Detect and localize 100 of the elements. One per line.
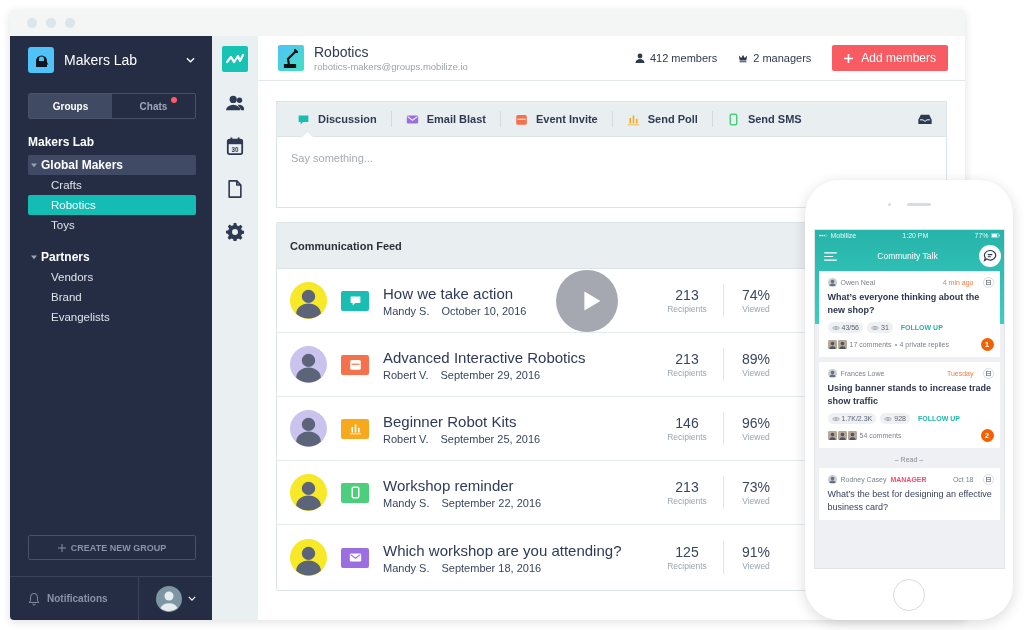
- screen-title: Community Talk: [876, 251, 939, 261]
- battery-icon: [990, 233, 1000, 238]
- phone-icon: [341, 482, 369, 503]
- create-group-button[interactable]: CREATE NEW GROUP: [28, 535, 196, 560]
- camera-icon: [887, 203, 891, 206]
- recipient-count: 125: [675, 544, 699, 560]
- caret-icon: [31, 254, 37, 260]
- subgroup-item[interactable]: Vendors: [28, 267, 196, 287]
- avatar-icon: [827, 278, 837, 287]
- group-email: robotics-makers@groups.mobilize.io: [314, 61, 469, 72]
- message-title[interactable]: Advanced Interactive Robotics: [383, 348, 586, 366]
- message-date: September 18, 2016: [441, 561, 542, 574]
- section-heading: Makers Lab: [28, 135, 96, 149]
- speaker-icon: [906, 203, 931, 206]
- message-date: September 29, 2016: [440, 368, 541, 381]
- recipient-count: 213: [675, 479, 699, 495]
- stat-label: Recipients: [667, 561, 707, 571]
- calendar-icon: [341, 354, 369, 375]
- segment-tab[interactable]: Chats: [112, 94, 195, 118]
- stat-label: Viewed: [742, 496, 770, 506]
- composer-tab[interactable]: Send Poll: [620, 102, 704, 136]
- message-title[interactable]: Workshop reminder: [383, 476, 514, 494]
- calendar-icon: [515, 112, 528, 126]
- crown-icon: [738, 53, 749, 63]
- author-name: Mandy S.: [383, 496, 430, 509]
- settings-icon[interactable]: [226, 223, 244, 241]
- composer-tab[interactable]: Send SMS: [720, 102, 808, 136]
- avatar-icon: [827, 475, 837, 485]
- recipient-count: 146: [675, 415, 699, 431]
- chat-icon: [341, 290, 369, 311]
- app-logo-icon[interactable]: [222, 46, 248, 72]
- group-item[interactable]: Partners: [28, 247, 196, 267]
- segment-tab[interactable]: Groups: [29, 94, 112, 118]
- viewed-percent: 89%: [742, 351, 770, 367]
- robot-arm-icon: [278, 45, 304, 71]
- menu-icon[interactable]: [823, 251, 837, 261]
- user-avatar-icon[interactable]: [155, 585, 182, 612]
- chat-bubble-button[interactable]: [978, 245, 1001, 267]
- subgroup-item[interactable]: Crafts: [28, 175, 196, 195]
- org-name: Makers Lab: [64, 52, 139, 68]
- avatar-icon: [827, 340, 837, 350]
- group-item[interactable]: Global Makers: [28, 155, 196, 175]
- bell-icon: [28, 591, 40, 606]
- eye-icon: [831, 415, 840, 422]
- group-title: Robotics: [314, 44, 370, 60]
- viewed-percent: 91%: [742, 544, 770, 560]
- avatar-icon: [837, 431, 847, 441]
- subgroup-item[interactable]: Toys: [28, 215, 196, 235]
- people-icon[interactable]: [226, 94, 244, 112]
- avatar-icon: [827, 431, 837, 441]
- composer-tab[interactable]: Event Invite: [509, 102, 604, 136]
- member-count: 412 members: [649, 52, 718, 64]
- document-icon[interactable]: [226, 180, 244, 198]
- stat-label: Recipients: [667, 304, 707, 314]
- author-name: Mandy S.: [383, 304, 430, 317]
- unread-badge: 2: [980, 429, 994, 443]
- message-title[interactable]: Which workshop are you attending?: [383, 541, 622, 559]
- person-icon: [634, 53, 645, 63]
- unread-badge: 1: [980, 338, 994, 352]
- viewed-percent: 96%: [742, 415, 770, 431]
- post-title: What’s everyone thinking about the new shop?: [827, 291, 981, 317]
- plus-icon: [844, 53, 854, 63]
- stat-label: Viewed: [742, 304, 770, 314]
- post-title: Using banner stands to increase trade show traffic: [827, 382, 993, 408]
- avatar-icon: [837, 340, 847, 350]
- author-name: Robert V.: [383, 432, 429, 445]
- envelope-icon: [405, 112, 419, 126]
- chat-icon: [297, 112, 310, 126]
- avatar-icon: [847, 431, 857, 441]
- eye-icon: [871, 324, 880, 331]
- message-date: September 22, 2016: [441, 496, 542, 509]
- inbox-icon[interactable]: [918, 114, 932, 124]
- notifications-button[interactable]: Notifications: [10, 577, 139, 620]
- signal-icon: [818, 234, 829, 237]
- stat-label: Recipients: [667, 368, 707, 378]
- subgroup-item[interactable]: Evangelists: [28, 307, 196, 327]
- message-date: September 25, 2016: [440, 432, 541, 445]
- avatar-icon: [827, 369, 837, 379]
- bar-chart-icon: [626, 112, 640, 126]
- recipient-count: 213: [675, 351, 699, 367]
- message-date: October 10, 2016: [441, 304, 527, 317]
- author-name: Robert V.: [383, 368, 429, 381]
- message-title[interactable]: How we take action: [383, 284, 514, 302]
- recipient-count: 213: [675, 287, 699, 303]
- caret-icon: [31, 162, 37, 168]
- post-title: What’s the best for designing an effective business card?: [827, 488, 993, 514]
- viewed-percent: 74%: [742, 287, 770, 303]
- stat-label: Recipients: [667, 432, 707, 442]
- message-title[interactable]: Beginner Robot Kits: [383, 412, 517, 430]
- author-name: Mandy S.: [383, 561, 430, 574]
- chevron-down-icon[interactable]: [187, 596, 196, 601]
- envelope-icon: [341, 547, 369, 568]
- viewed-percent: 73%: [742, 479, 770, 495]
- chevron-down-icon[interactable]: [186, 57, 195, 63]
- message-input[interactable]: Say something...: [276, 137, 947, 208]
- stat-label: Viewed: [742, 368, 770, 378]
- stat-label: Viewed: [742, 432, 770, 442]
- stat-label: Recipients: [667, 496, 707, 506]
- composer-tab[interactable]: Email Blast: [399, 102, 492, 136]
- subgroup-item[interactable]: Brand: [28, 287, 196, 307]
